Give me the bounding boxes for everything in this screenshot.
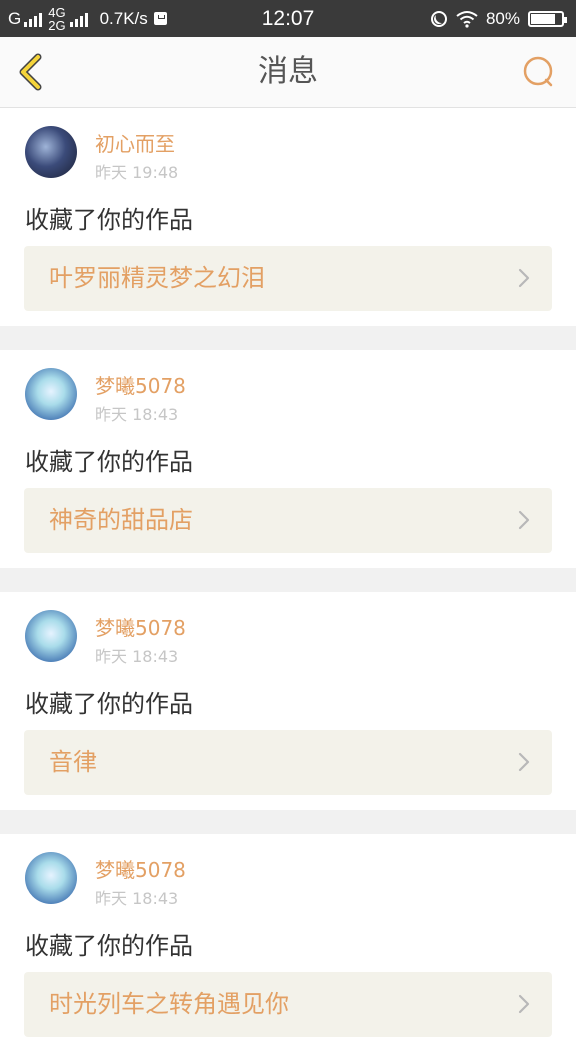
work-link[interactable]: 神奇的甜品店 <box>24 488 552 553</box>
battery-fill <box>531 13 555 24</box>
chevron-right-icon <box>518 510 530 530</box>
page-title: 消息 <box>258 54 318 89</box>
message-time: 昨天 18:43 <box>95 889 179 908</box>
message-card: 梦曦5078 昨天 18:43 收藏了你的作品 神奇的甜品店 <box>0 350 576 568</box>
message-card: 梦曦5078 昨天 18:43 收藏了你的作品 时光列车之转角遇见你 <box>0 834 576 1052</box>
navigation-bar: 消息 <box>0 37 576 108</box>
status-bar: G 4G 2G 0.7K/s 12:07 80% <box>0 0 576 37</box>
username[interactable]: 初心而至 <box>95 128 175 157</box>
chevron-right-icon <box>518 268 530 288</box>
message-time: 昨天 18:43 <box>95 405 179 424</box>
message-time: 昨天 18:43 <box>95 647 179 666</box>
avatar[interactable] <box>25 126 77 178</box>
message-action: 收藏了你的作品 <box>25 448 193 476</box>
work-link[interactable]: 时光列车之转角遇见你 <box>24 972 552 1037</box>
username[interactable]: 梦曦5078 <box>95 612 186 641</box>
chevron-right-icon <box>518 752 530 772</box>
work-title: 叶罗丽精灵梦之幻泪 <box>49 264 265 292</box>
username[interactable]: 梦曦5078 <box>95 854 186 883</box>
avatar[interactable] <box>25 368 77 420</box>
divider <box>0 326 576 350</box>
chevron-right-icon <box>518 994 530 1014</box>
status-right: 80% <box>430 0 567 37</box>
work-link[interactable]: 叶罗丽精灵梦之幻泪 <box>24 246 552 311</box>
message-action: 收藏了你的作品 <box>25 206 193 234</box>
message-action: 收藏了你的作品 <box>25 932 193 960</box>
battery-icon <box>528 10 567 27</box>
avatar[interactable] <box>25 610 77 662</box>
search-button[interactable] <box>518 51 560 93</box>
search-icon <box>523 56 553 87</box>
message-time: 昨天 19:48 <box>95 163 179 182</box>
message-card: 初心而至 昨天 19:48 收藏了你的作品 叶罗丽精灵梦之幻泪 <box>0 108 576 326</box>
work-title: 神奇的甜品店 <box>49 506 193 534</box>
avatar[interactable] <box>25 852 77 904</box>
message-action: 收藏了你的作品 <box>25 690 193 718</box>
do-not-disturb-icon <box>430 10 447 27</box>
battery-percent: 80% <box>485 8 520 28</box>
work-link[interactable]: 音律 <box>24 730 552 795</box>
divider <box>0 568 576 592</box>
wifi-icon <box>456 10 478 28</box>
work-title: 时光列车之转角遇见你 <box>49 990 289 1018</box>
work-title: 音律 <box>49 748 97 776</box>
message-list: 初心而至 昨天 19:48 收藏了你的作品 叶罗丽精灵梦之幻泪 梦曦5078 昨… <box>0 108 576 1052</box>
divider <box>0 810 576 834</box>
message-card: 梦曦5078 昨天 18:43 收藏了你的作品 音律 <box>0 592 576 810</box>
username[interactable]: 梦曦5078 <box>95 370 186 399</box>
